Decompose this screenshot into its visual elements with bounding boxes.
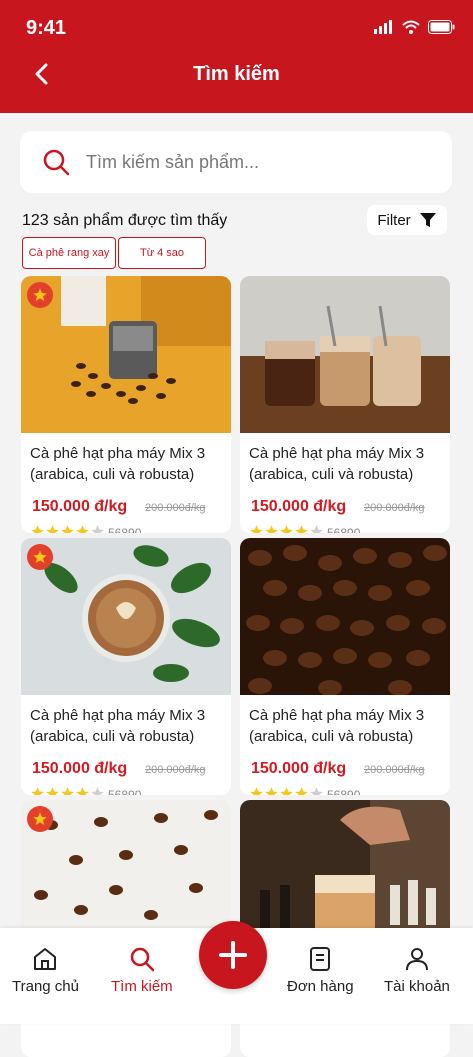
product-price: 150.000 đ/kg	[251, 760, 347, 777]
star-icon	[33, 812, 47, 825]
star-filled-icon	[295, 787, 308, 795]
add-button[interactable]	[199, 921, 267, 989]
star-filled-icon	[76, 525, 89, 533]
star-empty-icon	[91, 525, 104, 533]
product-name: Cà phê hạt pha máy Mix 3 (arabica, culi …	[249, 445, 425, 483]
tab-account[interactable]: Tài khoản	[384, 946, 450, 995]
wifi-icon	[402, 20, 420, 34]
review-count: 56890	[108, 788, 142, 795]
review-count: 56890	[108, 526, 142, 533]
product-old-price: 200.000đ/kg	[145, 502, 206, 514]
product-name: Cà phê hạt pha máy Mix 3 (arabica, culi …	[249, 707, 425, 745]
battery-icon	[428, 20, 455, 34]
product-price: 150.000 đ/kg	[32, 498, 128, 515]
product-rating: 56890	[249, 524, 360, 533]
star-icon	[33, 550, 47, 563]
star-filled-icon	[76, 787, 89, 795]
search-input[interactable]	[84, 150, 418, 174]
star-empty-icon	[310, 525, 323, 533]
rating-stars	[249, 786, 324, 795]
tab-search[interactable]: Tìm kiếm	[111, 946, 173, 995]
featured-badge	[27, 544, 53, 570]
product-price: 150.000 đ/kg	[32, 760, 128, 777]
review-count: 56890	[327, 526, 361, 533]
star-filled-icon	[46, 525, 59, 533]
product-card[interactable]: Cà phê hạt pha máy Mix 3 (arabica, culi …	[240, 538, 450, 795]
signal-icon	[374, 20, 392, 34]
product-name: Cà phê hạt pha máy Mix 3 (arabica, culi …	[30, 445, 206, 483]
page-title: Tìm kiếm	[193, 63, 280, 85]
rating-stars	[30, 786, 105, 795]
search-icon	[130, 947, 155, 972]
tab-home[interactable]: Trang chủ	[12, 946, 79, 995]
tab-label: Trang chủ	[12, 978, 79, 995]
star-filled-icon	[61, 787, 74, 795]
chip-roast-ground[interactable]: Cà phê rang xay	[22, 237, 116, 269]
result-count: 123 sản phẩm được tìm thấy	[22, 212, 228, 229]
tab-label: Đơn hàng	[287, 978, 354, 995]
featured-badge	[27, 282, 53, 308]
rating-stars	[249, 524, 324, 533]
product-card[interactable]: Cà phê hạt pha máy Mix 3 (arabica, culi …	[240, 276, 450, 533]
rating-stars	[30, 524, 105, 533]
star-empty-icon	[310, 787, 323, 795]
status-icons	[374, 20, 455, 34]
product-rating: 56890	[249, 786, 360, 795]
home-icon	[34, 948, 57, 970]
product-name: Cà phê hạt pha máy Mix 3 (arabica, culi …	[30, 707, 206, 745]
star-filled-icon	[265, 787, 278, 795]
funnel-icon	[419, 213, 436, 227]
star-filled-icon	[250, 525, 263, 533]
order-icon	[310, 947, 331, 971]
user-icon	[405, 948, 428, 971]
star-filled-icon	[31, 525, 44, 533]
search-icon	[43, 149, 70, 176]
product-card[interactable]: Cà phê hạt pha máy Mix 3 (arabica, culi …	[21, 276, 231, 533]
product-image	[21, 276, 231, 433]
product-rating: 56890	[30, 786, 141, 795]
star-filled-icon	[46, 787, 59, 795]
star-filled-icon	[265, 525, 278, 533]
status-time: 9:41	[26, 17, 67, 39]
plus-icon	[219, 941, 247, 969]
product-old-price: 200.000đ/kg	[364, 502, 425, 514]
filter-button[interactable]: Filter	[367, 205, 447, 235]
star-filled-icon	[250, 787, 263, 795]
product-old-price: 200.000đ/kg	[364, 764, 425, 776]
filter-label: Filter	[377, 211, 411, 229]
star-filled-icon	[295, 525, 308, 533]
product-rating: 56890	[30, 524, 141, 533]
product-price: 150.000 đ/kg	[251, 498, 347, 515]
product-card[interactable]: Cà phê hạt pha máy Mix 3 (arabica, culi …	[21, 538, 231, 795]
product-image	[240, 538, 450, 695]
review-count: 56890	[327, 788, 361, 795]
star-filled-icon	[280, 787, 293, 795]
product-old-price: 200.000đ/kg	[145, 764, 206, 776]
tab-label: Tìm kiếm	[111, 978, 173, 995]
star-empty-icon	[91, 787, 104, 795]
star-filled-icon	[280, 525, 293, 533]
star-filled-icon	[31, 787, 44, 795]
product-image	[21, 538, 231, 695]
tab-orders[interactable]: Đơn hàng	[287, 946, 354, 995]
app-header: 9:41 Tìm kiếm	[0, 0, 473, 113]
product-image	[240, 276, 450, 433]
star-icon	[33, 288, 47, 301]
featured-badge	[27, 806, 53, 832]
chip-four-stars[interactable]: Từ 4 sao	[118, 237, 206, 269]
search-bar[interactable]	[20, 131, 452, 193]
tab-label: Tài khoản	[384, 978, 450, 995]
star-filled-icon	[61, 525, 74, 533]
